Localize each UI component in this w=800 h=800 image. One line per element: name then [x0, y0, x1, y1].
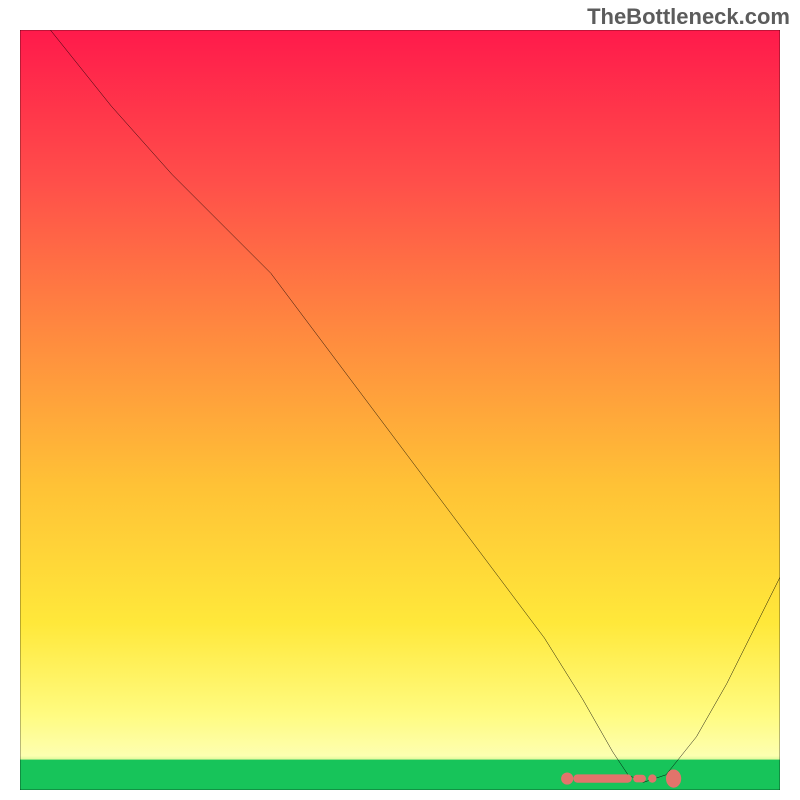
marker-dash — [633, 775, 646, 783]
plot-background — [20, 30, 780, 790]
marker-blob — [666, 769, 681, 787]
marker-bar — [573, 774, 632, 782]
marker-dot — [561, 773, 573, 785]
watermark-text: TheBottleneck.com — [587, 4, 790, 30]
marker-dot — [648, 774, 656, 782]
bottleneck-chart — [20, 30, 780, 790]
chart-container — [20, 30, 780, 790]
